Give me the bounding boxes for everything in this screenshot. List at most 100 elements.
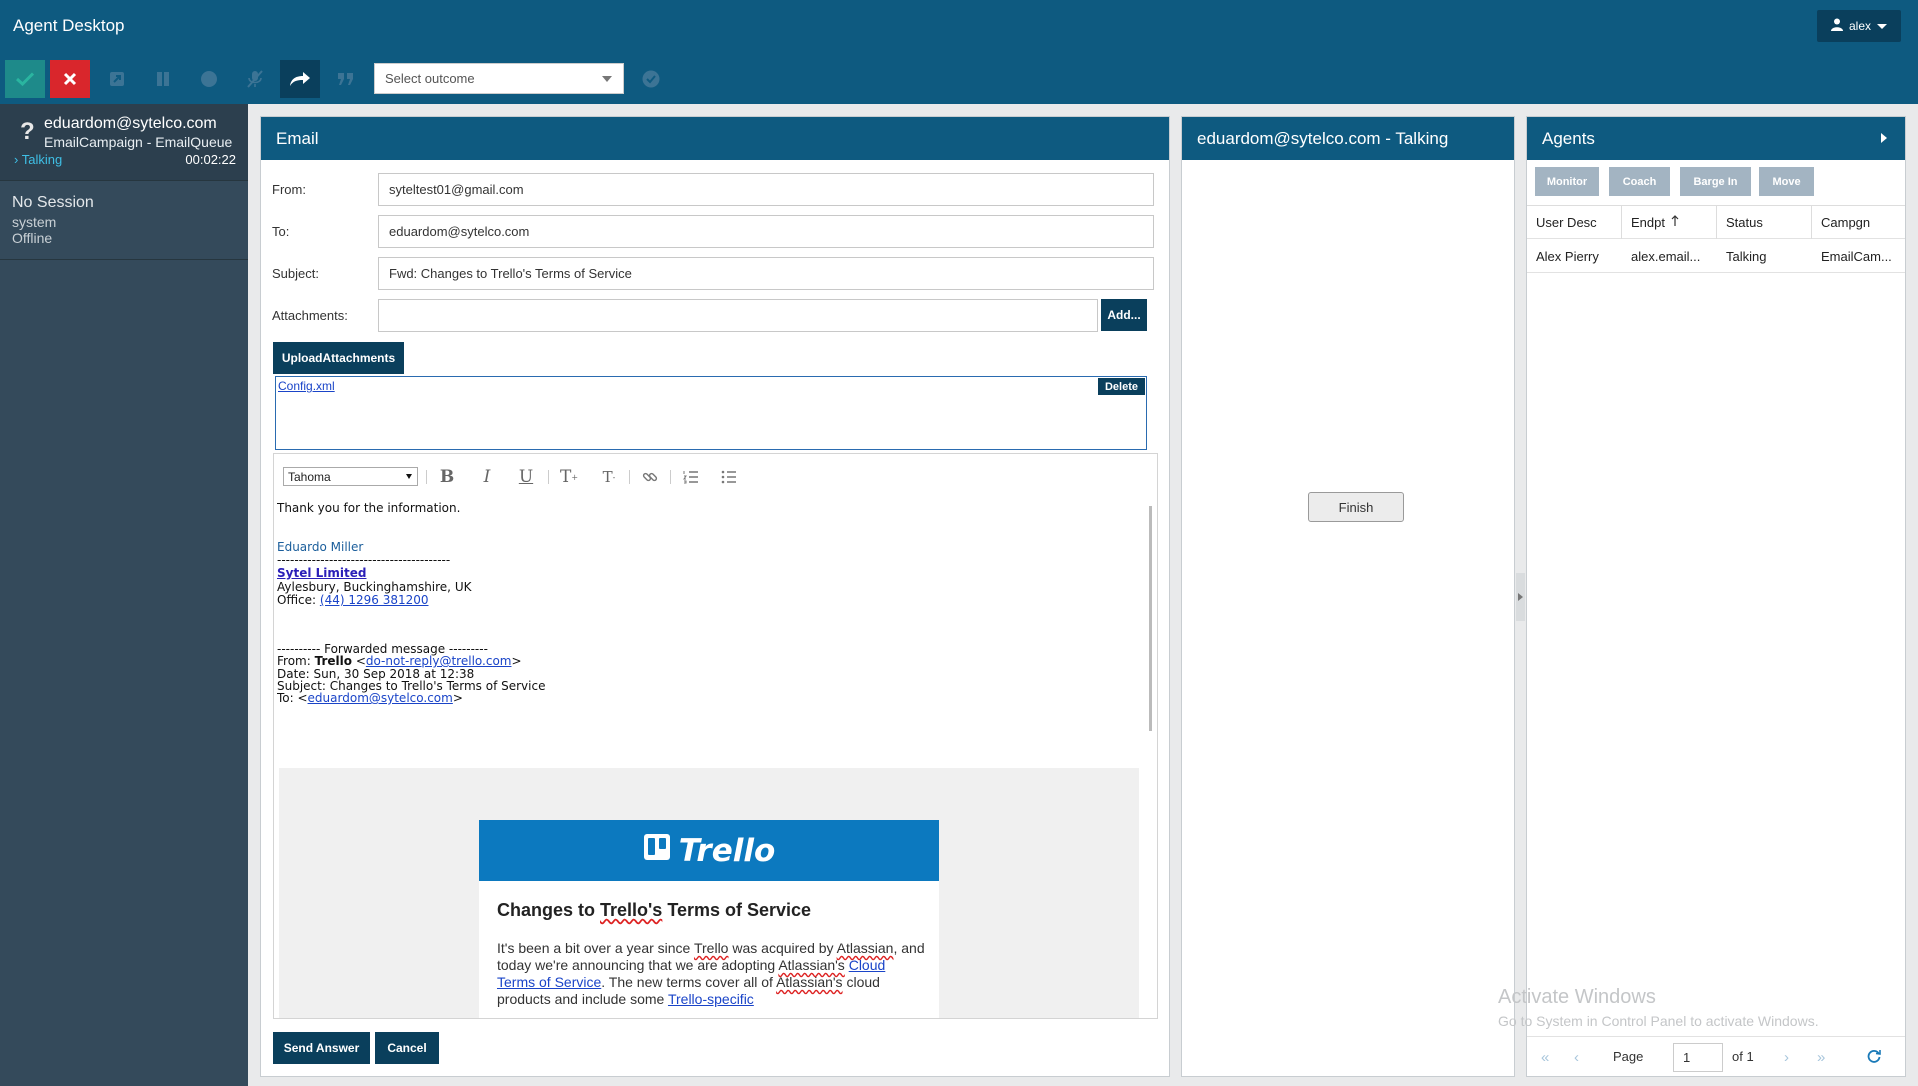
previous-page-icon[interactable]: ‹ [1574, 1049, 1579, 1066]
first-page-icon[interactable]: « [1541, 1049, 1549, 1066]
subject-field[interactable]: Fwd: Changes to Trello's Terms of Servic… [378, 257, 1154, 290]
trello-p12-link[interactable]: Trello-specific [668, 991, 754, 1007]
delete-attachment-button[interactable]: Delete [1098, 378, 1145, 395]
chevron-right-icon [1518, 593, 1523, 601]
quote-icon [337, 72, 355, 86]
session-none-user: system [12, 214, 57, 230]
trello-p10: Atlassian's [776, 974, 843, 990]
mute-mic-icon [247, 70, 263, 88]
trello-p4: Atlassian [836, 940, 894, 956]
barge-in-button[interactable]: Barge In [1680, 167, 1751, 196]
column-campgn[interactable]: Campgn [1812, 205, 1905, 239]
fwd-from-email[interactable]: do-not-reply@trello.com [366, 654, 512, 668]
popout-button[interactable] [97, 60, 137, 98]
session-item-active[interactable]: ? eduardom@sytelco.com EmailCampaign - E… [0, 104, 248, 181]
scrollbar-thumb[interactable] [1149, 506, 1152, 731]
confirm-outcome-button[interactable] [631, 60, 671, 98]
transfer-button[interactable] [280, 60, 320, 98]
signature-company[interactable]: Sytel Limited [277, 566, 366, 580]
last-page-icon[interactable]: » [1817, 1049, 1825, 1066]
reject-button[interactable] [50, 60, 90, 98]
toolbar-divider [426, 470, 427, 484]
app-title: Agent Desktop [13, 16, 125, 35]
trello-logo-text: Trello [678, 832, 776, 869]
fwd-to-label: To: < [277, 691, 308, 705]
chevron-right-icon: › [14, 152, 19, 167]
font-select-value: Tahoma [288, 469, 331, 484]
send-answer-button[interactable]: Send Answer [273, 1032, 370, 1064]
coach-button[interactable]: Coach [1609, 167, 1670, 196]
office-phone-link[interactable]: (44) 1296 381200 [320, 593, 429, 607]
refresh-icon[interactable] [1867, 1049, 1881, 1067]
from-field[interactable]: syteltest01@gmail.com [378, 173, 1154, 206]
cell-campgn: EmailCam... [1821, 248, 1892, 264]
talk-panel-header: eduardom@sytelco.com - Talking [1182, 117, 1514, 160]
bold-icon[interactable]: B [435, 466, 459, 488]
panel-splitter[interactable] [1516, 573, 1525, 621]
session-item-none[interactable]: No Session system Offline [0, 182, 248, 260]
mute-button[interactable] [235, 60, 275, 98]
outcome-select[interactable]: Select outcome [374, 63, 624, 94]
toolbar-divider [548, 470, 549, 484]
cancel-button[interactable]: Cancel [375, 1032, 439, 1064]
numbered-list-icon[interactable] [679, 466, 703, 488]
chevron-down-icon [1877, 23, 1887, 29]
record-button[interactable] [189, 60, 229, 98]
accept-button[interactable] [5, 60, 45, 98]
talk-panel-title: eduardom@sytelco.com - Talking [1197, 128, 1449, 148]
agents-pager: « ‹ Page 1 of 1 › » [1527, 1036, 1905, 1076]
attachments-field[interactable] [378, 299, 1098, 332]
editor-toolbar: Tahoma B I U T + T- [274, 454, 1157, 493]
fwd-from-label: From: [277, 654, 315, 668]
agents-table-header: User Desc Endpt Status Campgn [1527, 205, 1905, 239]
agents-table: User Desc Endpt Status Campgn Alex Pierr… [1527, 205, 1905, 273]
next-page-icon[interactable]: › [1784, 1049, 1789, 1066]
table-row[interactable]: Alex Pierry alex.email... Talking EmailC… [1527, 239, 1905, 273]
underline-icon[interactable]: U [514, 466, 538, 488]
link-icon[interactable] [638, 466, 662, 488]
font-select[interactable]: Tahoma [283, 467, 418, 486]
close-icon [63, 72, 77, 86]
add-attachment-button[interactable]: Add... [1101, 299, 1147, 331]
editor-scrollbar[interactable] [1148, 496, 1154, 1016]
column-endpt-label: Endpt [1631, 215, 1665, 230]
column-user-desc[interactable]: User Desc [1527, 205, 1622, 239]
signature-name: Eduardo Miller [277, 540, 364, 554]
expand-icon[interactable] [1881, 133, 1887, 143]
trello-p9: . The new terms cover all of [601, 974, 777, 990]
session-status-label: Talking [21, 152, 63, 167]
subscript-icon[interactable]: T- [597, 466, 621, 488]
cell-user-desc: Alex Pierry [1536, 248, 1599, 264]
email-body[interactable]: Thank you for the information. Eduardo M… [277, 497, 1139, 1018]
upload-attachments-button[interactable]: UploadAttachments [273, 342, 404, 374]
user-name: alex [1848, 19, 1871, 33]
user-menu[interactable]: alex [1817, 10, 1901, 42]
move-button[interactable]: Move [1759, 167, 1814, 196]
session-none-title: No Session [12, 194, 94, 211]
to-field[interactable]: eduardom@sytelco.com [378, 215, 1154, 248]
record-icon [200, 70, 218, 88]
transfer-icon [289, 71, 311, 87]
to-label: To: [272, 224, 290, 239]
signature-address: Aylesbury, Buckinghamshire, UK [277, 580, 472, 594]
fwd-to-email[interactable]: eduardom@sytelco.com [308, 691, 453, 705]
session-status: › Talking [14, 152, 62, 167]
agents-panel: Agents Monitor Coach Barge In Move User … [1526, 116, 1906, 1077]
monitor-button[interactable]: Monitor [1535, 167, 1599, 196]
column-endpt[interactable]: Endpt [1622, 205, 1717, 239]
bullet-list-icon[interactable] [717, 466, 741, 488]
signature-rule: ---------------------------------------- [277, 553, 451, 567]
italic-icon[interactable]: I [475, 466, 499, 488]
column-status[interactable]: Status [1717, 205, 1812, 239]
hold-button[interactable] [143, 60, 183, 98]
superscript-icon[interactable]: T + [557, 466, 581, 488]
finish-button[interactable]: Finish [1308, 492, 1404, 522]
trello-p3: was acquired by [728, 940, 837, 956]
page-label: Page [1613, 1049, 1644, 1064]
script-button[interactable] [326, 60, 366, 98]
page-input[interactable]: 1 [1673, 1043, 1723, 1072]
check-icon [16, 72, 34, 86]
attachment-link[interactable]: Config.xml [278, 379, 335, 393]
sessions-sidebar: ? eduardom@sytelco.com EmailCampaign - E… [0, 104, 248, 1086]
trello-paragraph: It's been a bit over a year since Trello… [497, 940, 927, 1008]
